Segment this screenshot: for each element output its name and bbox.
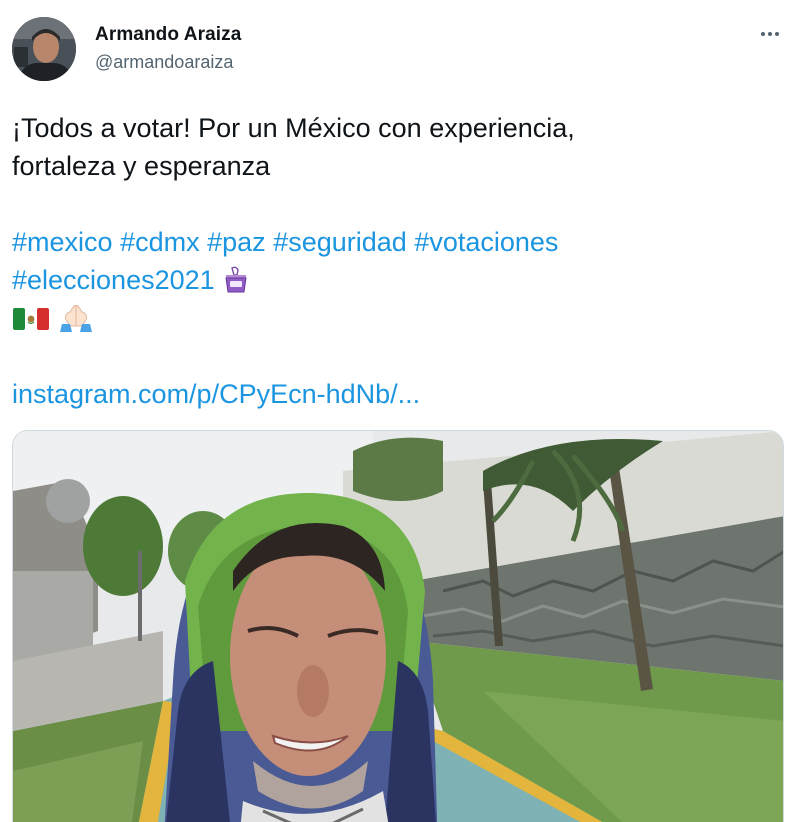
hashtag-link[interactable]: #mexico: [12, 227, 113, 257]
hashtag-link[interactable]: #votaciones: [414, 227, 558, 257]
tweet-text-line: ¡Todos a votar! Por un México con experi…: [12, 113, 575, 143]
mexico-flag-icon: [12, 305, 50, 343]
video-thumbnail[interactable]: [12, 430, 784, 822]
hashtag-link[interactable]: #seguridad: [273, 227, 407, 257]
ballot-box-icon: [223, 266, 249, 304]
hashtag-link[interactable]: #paz: [207, 227, 266, 257]
tweet-card: Armando Araiza @armandoaraiza ¡Todos a v…: [0, 0, 800, 822]
hashtag-line: #elecciones2021: [12, 261, 782, 299]
avatar[interactable]: [12, 17, 76, 81]
hashtag-link[interactable]: #elecciones2021: [12, 265, 215, 295]
instagram-link[interactable]: instagram.com/p/CPyEcn-hdNb/...: [12, 379, 420, 409]
author-handle[interactable]: @armandoaraiza: [95, 52, 233, 73]
hashtag-link[interactable]: #cdmx: [120, 227, 200, 257]
tweet-text: ¡Todos a votar! Por un México con experi…: [12, 109, 782, 413]
hashtag-line: #mexico #cdmx #paz #seguridad #votacione…: [12, 223, 782, 261]
tweet-text-line: fortaleza y esperanza: [12, 151, 271, 181]
emoji-line: [12, 299, 782, 337]
author-name[interactable]: Armando Araiza: [95, 24, 241, 46]
folded-hands-icon: [56, 302, 96, 344]
external-link-line: instagram.com/p/CPyEcn-hdNb/...: [12, 375, 782, 413]
more-options-icon[interactable]: [752, 20, 788, 48]
